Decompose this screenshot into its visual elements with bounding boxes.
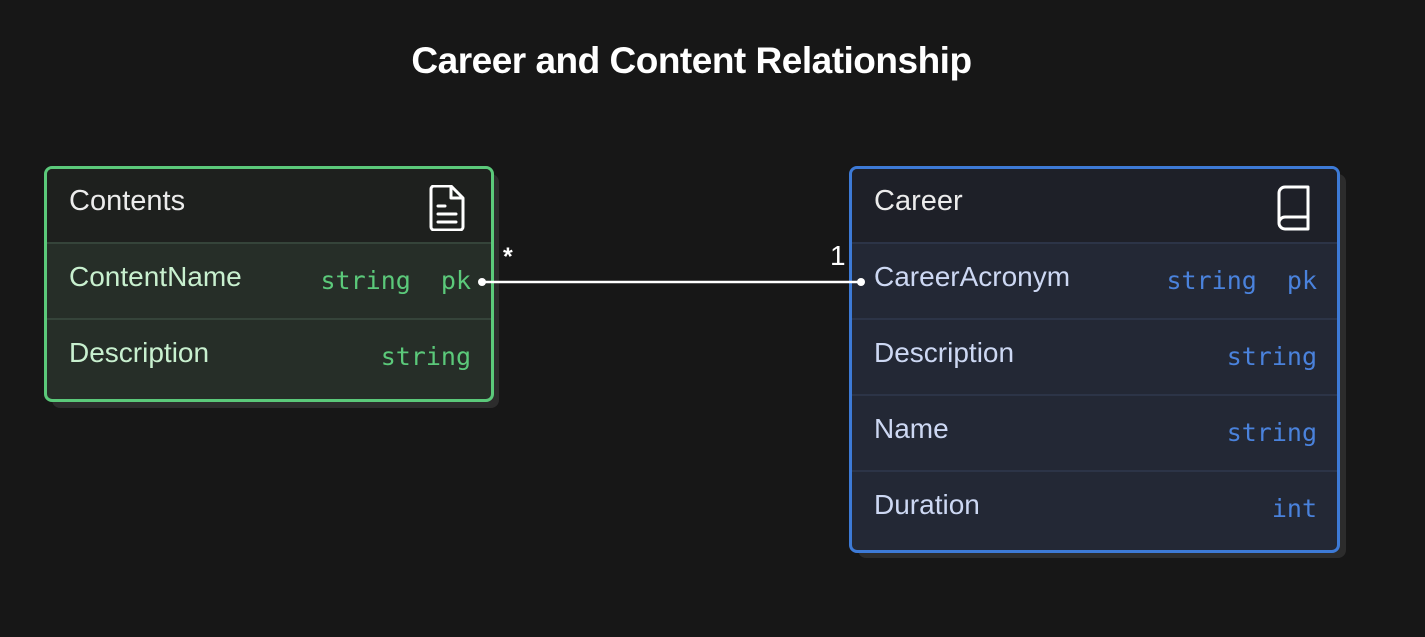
relationship-endpoint-contents bbox=[478, 278, 486, 286]
cardinality-one-label: 1 bbox=[830, 240, 846, 271]
relationship-endpoint-career bbox=[857, 278, 865, 286]
relationship-connector bbox=[478, 278, 865, 286]
cardinality-many-label: * bbox=[503, 243, 513, 271]
